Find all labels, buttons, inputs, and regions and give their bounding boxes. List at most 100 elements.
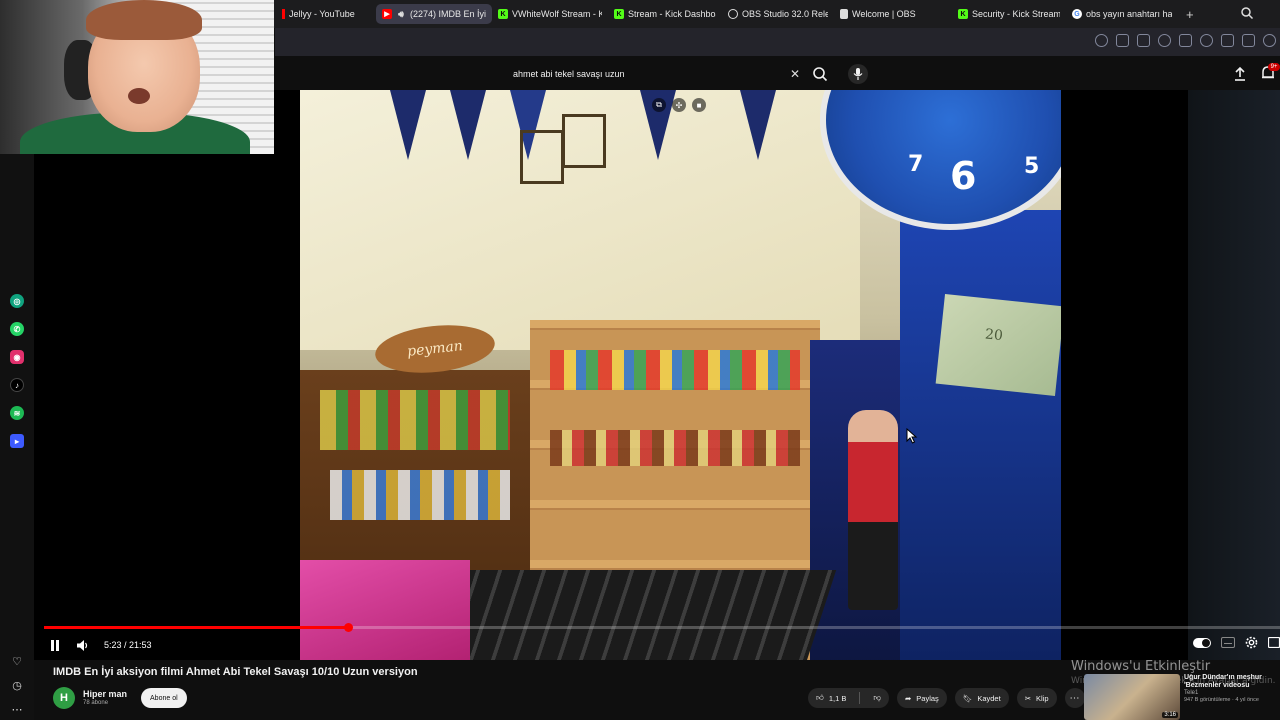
thumbs-up-icon: 👍︎	[816, 693, 824, 702]
scene-products	[550, 430, 800, 466]
clear-search-icon[interactable]: ✕	[786, 67, 804, 81]
instagram-icon[interactable]: ◉	[10, 350, 24, 364]
recommended-title[interactable]: Uğur Dündar'ın meşhur 'Bezmenler videosu	[1184, 674, 1280, 690]
clip-button[interactable]: ✂ Klip	[1016, 688, 1057, 708]
clock-number: 5	[1024, 154, 1040, 179]
vpn-icon[interactable]	[1158, 34, 1171, 47]
tab-label: Security - Kick Streaming	[972, 9, 1060, 19]
youtube-icon: ▶	[382, 9, 392, 19]
subtitles-icon[interactable]	[1221, 637, 1235, 648]
video-progress-bar[interactable]	[44, 623, 1280, 632]
speaker-icon[interactable]: 🔊︎	[396, 9, 406, 19]
microphone-icon	[853, 68, 863, 80]
camera-icon[interactable]: ■	[692, 98, 706, 112]
scene-products	[320, 390, 510, 450]
tab-label: obs yayın anahtarı hatası	[1086, 9, 1172, 19]
new-tab-button[interactable]: +	[1178, 7, 1202, 22]
play-icon[interactable]	[1179, 34, 1192, 47]
volume-icon	[77, 639, 88, 651]
mouse-cursor-icon	[906, 428, 918, 444]
progress-scrubber[interactable]	[343, 623, 353, 632]
tab-search-icon[interactable]	[1240, 6, 1254, 20]
google-icon: G	[1072, 9, 1082, 19]
channel-name[interactable]: Hiper man	[83, 689, 127, 699]
camera-icon[interactable]	[1137, 34, 1150, 47]
settings-gear-icon[interactable]	[1245, 636, 1258, 649]
channel-row: H Hiper man 78 abone Abone ol	[53, 686, 187, 710]
whatsapp-icon[interactable]: ✆	[10, 322, 24, 336]
tab-imdb-video[interactable]: ▶ 🔊︎ (2274) IMDB En İyi aks	[376, 4, 492, 24]
autoplay-toggle[interactable]	[1193, 637, 1211, 648]
save-button[interactable]: 🔖︎ Kaydet	[954, 688, 1009, 708]
chatgpt-icon[interactable]: ◎	[10, 294, 24, 308]
video-overlay-controls: ⧉ ✣ ■	[652, 98, 706, 112]
search-input[interactable]: ahmet abi tekel savaşı uzun	[508, 69, 786, 79]
youtube-icon	[282, 9, 285, 19]
like-button[interactable]: 👍︎ 1,1 B	[808, 688, 854, 708]
share-label: Paylaş	[916, 693, 939, 703]
upload-icon[interactable]	[1232, 66, 1248, 82]
recommended-thumbnail[interactable]: 3:16	[1084, 674, 1180, 720]
download-icon[interactable]	[1221, 34, 1234, 47]
heart-icon[interactable]	[1200, 34, 1213, 47]
share-icon: ➦	[904, 693, 912, 703]
time-display: 5:23 / 21:53	[104, 640, 152, 650]
like-count: 1,1 B	[828, 693, 847, 703]
scene-pennant	[740, 90, 776, 160]
kick-icon: K	[958, 9, 968, 19]
tab-whitewolf-kick[interactable]: K VWhiteWolf Stream - Kick	[492, 4, 608, 24]
webcam-person-mouth	[128, 88, 150, 104]
bookmark-icon: 🔖︎	[962, 693, 973, 703]
tab-jellyy-youtube[interactable]: Jellyy - YouTube	[276, 4, 376, 24]
tab-kick-dashboard[interactable]: K Stream - Kick Dashboard	[608, 4, 722, 24]
volume-button[interactable]	[72, 634, 94, 656]
tab-label: Stream - Kick Dashboard	[628, 9, 716, 19]
subscribe-button[interactable]: Abone ol	[141, 688, 187, 708]
tiktok-icon[interactable]: ♪	[10, 378, 24, 392]
tab-kick-security[interactable]: K Security - Kick Streaming	[952, 4, 1066, 24]
scissors-icon: ✂	[1024, 693, 1031, 703]
like-dislike-group: 👍︎ 1,1 B 👎︎	[808, 688, 889, 708]
subscriber-count: 78 abone	[83, 699, 109, 706]
zoom-icon[interactable]	[1095, 34, 1108, 47]
history-icon[interactable]: ◷	[10, 678, 24, 692]
search-box[interactable]: ahmet abi tekel savaşı uzun ✕	[508, 64, 804, 84]
pause-icon	[51, 639, 59, 651]
tab-obs-search[interactable]: G obs yayın anahtarı hatası	[1066, 4, 1178, 24]
page-icon	[840, 9, 848, 19]
scene-blue-panel	[900, 210, 1061, 660]
progress-played	[44, 626, 348, 629]
spotify-icon[interactable]: ≋	[10, 406, 24, 420]
video-title: IMDB En İyi aksiyon filmi Ahmet Abi Teke…	[53, 666, 418, 678]
heart-icon[interactable]: ♡	[10, 654, 24, 668]
voice-search-button[interactable]	[848, 64, 868, 84]
theater-mode-icon[interactable]	[1268, 637, 1280, 648]
recommended-channel[interactable]: Tele1	[1184, 690, 1280, 697]
edit-icon[interactable]	[1116, 34, 1129, 47]
channel-avatar[interactable]: H	[53, 687, 75, 709]
recommended-video[interactable]: 3:16 Uğur Dündar'ın meşhur 'Bezmenler vi…	[1084, 674, 1280, 720]
more-actions-button[interactable]: ⋯	[1064, 688, 1085, 708]
menu-icon[interactable]	[1242, 34, 1255, 47]
search-icon[interactable]	[812, 66, 828, 82]
clip-label: Klip	[1035, 693, 1049, 703]
tab-label: Welcome | OBS	[852, 9, 916, 19]
profile-icon[interactable]	[1263, 34, 1276, 47]
pause-button[interactable]	[44, 634, 66, 656]
media-player-icon[interactable]: ▸	[10, 434, 24, 448]
channel-meta: Hiper man 78 abone	[83, 689, 127, 706]
clock-number: 6	[950, 154, 977, 198]
like-divider	[859, 692, 861, 704]
tab-welcome-obs[interactable]: Welcome | OBS	[834, 4, 952, 24]
more-icon[interactable]: ⋯	[10, 702, 24, 716]
share-button[interactable]: ➦ Paylaş	[896, 688, 947, 708]
enhance-icon[interactable]: ✣	[672, 98, 686, 112]
picture-in-picture-icon[interactable]: ⧉	[652, 98, 666, 112]
recommended-info: Uğur Dündar'ın meşhur 'Bezmenler videosu…	[1184, 674, 1280, 720]
sidebar-apps: ◎ ✆ ◉ ♪ ≋ ▸	[10, 294, 24, 448]
video-frame[interactable]: peyman 20 7 6 5	[300, 90, 1061, 660]
scene-products	[550, 350, 800, 390]
more-horizontal-icon: ⋯	[1069, 692, 1080, 704]
dislike-button[interactable]: 👎︎	[865, 688, 889, 708]
tab-obs-release[interactable]: OBS Studio 32.0 Release	[722, 4, 834, 24]
